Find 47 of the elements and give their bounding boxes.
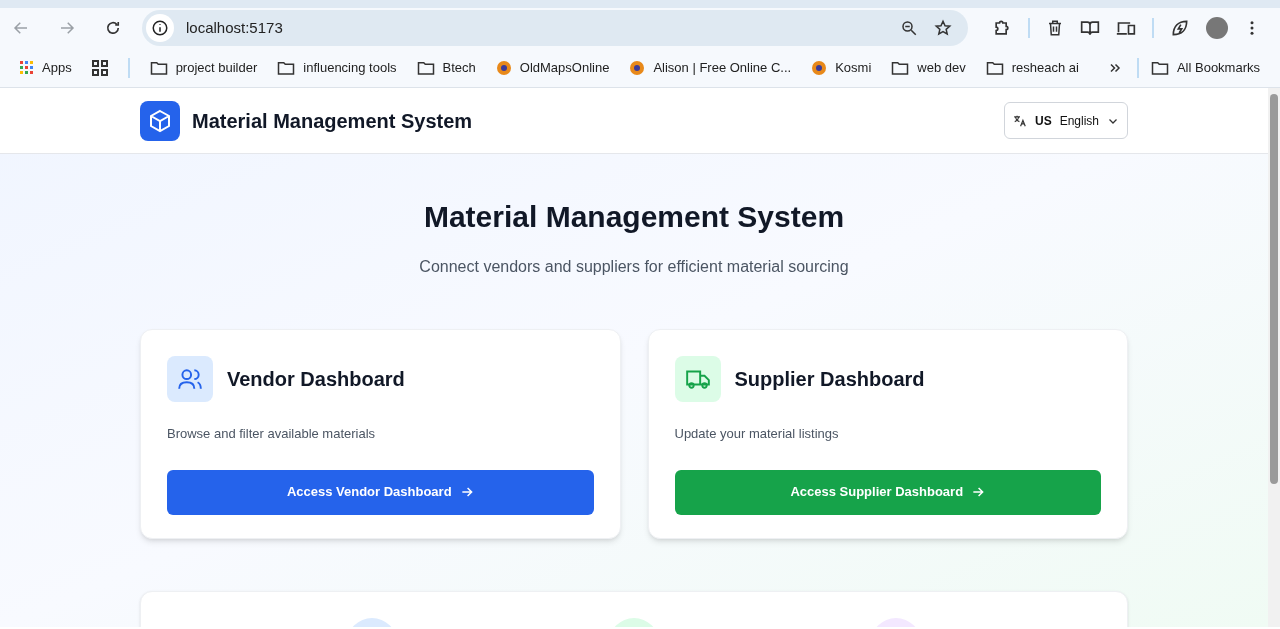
hero-title: Material Management System bbox=[423, 199, 845, 235]
url-text: localhost:5173 bbox=[186, 17, 283, 38]
puzzle-icon[interactable] bbox=[992, 18, 1012, 38]
tab-groups-icon[interactable] bbox=[91, 59, 108, 76]
bookmark-link[interactable]: OldMapsOnline bbox=[495, 57, 610, 78]
folder-icon bbox=[149, 59, 168, 76]
arrow-right-icon bbox=[459, 485, 474, 499]
folder-icon bbox=[277, 59, 296, 76]
site-favicon-icon bbox=[629, 59, 646, 76]
users-icon bbox=[177, 366, 203, 392]
bookmark-folder[interactable]: Btech bbox=[416, 57, 476, 78]
app-title: Material Management System bbox=[192, 108, 473, 134]
folder-icon bbox=[985, 59, 1004, 76]
folder-icon bbox=[416, 59, 435, 76]
arrow-right-icon bbox=[971, 485, 986, 499]
site-favicon-icon bbox=[811, 59, 828, 76]
address-bar[interactable]: localhost:5173 bbox=[142, 10, 968, 46]
bookmark-link[interactable]: Apps bbox=[20, 57, 72, 78]
book-icon[interactable] bbox=[1080, 18, 1100, 38]
folder-icon bbox=[891, 59, 910, 76]
card-title: Supplier Dashboard bbox=[734, 367, 925, 392]
language-selector[interactable]: US English bbox=[1004, 102, 1128, 139]
hero-subtitle: Connect vendors and suppliers for efficient material sourcing bbox=[419, 257, 849, 277]
card-title: Vendor Dashboard bbox=[227, 367, 405, 392]
bookmark-link[interactable]: Kosmi bbox=[811, 57, 872, 78]
leaf-icon[interactable] bbox=[1170, 18, 1190, 38]
card-description: Update your material listings bbox=[674, 425, 840, 443]
cube-logo-icon bbox=[140, 100, 180, 141]
site-favicon-icon bbox=[495, 59, 512, 76]
bookmark-folder[interactable]: influencing tools bbox=[277, 57, 397, 78]
bookmark-folder[interactable]: project builder bbox=[149, 57, 258, 78]
avatar-icon[interactable] bbox=[1206, 17, 1228, 39]
dashboard-button[interactable]: Access Vendor Dashboard bbox=[167, 469, 594, 515]
apps-grid-icon bbox=[20, 60, 34, 75]
folder-icon bbox=[1150, 59, 1169, 76]
card-description: Browse and filter available materials bbox=[167, 425, 377, 443]
bookmark-folder[interactable]: web dev bbox=[891, 57, 966, 78]
bookmark-link[interactable]: Alison | Free Online C... bbox=[629, 57, 792, 78]
trash-icon[interactable] bbox=[1046, 19, 1064, 37]
reload-icon[interactable] bbox=[104, 19, 122, 37]
chevron-double-icon[interactable] bbox=[1108, 61, 1121, 74]
star-icon[interactable] bbox=[934, 19, 952, 37]
translate-icon bbox=[1013, 113, 1027, 128]
bookmark-folder[interactable]: resheach ai bbox=[985, 57, 1079, 78]
zoom-out-icon[interactable] bbox=[900, 19, 918, 37]
info-icon[interactable] bbox=[151, 19, 169, 37]
bookmark-folder[interactable]: All Bookmarks bbox=[1150, 57, 1260, 78]
